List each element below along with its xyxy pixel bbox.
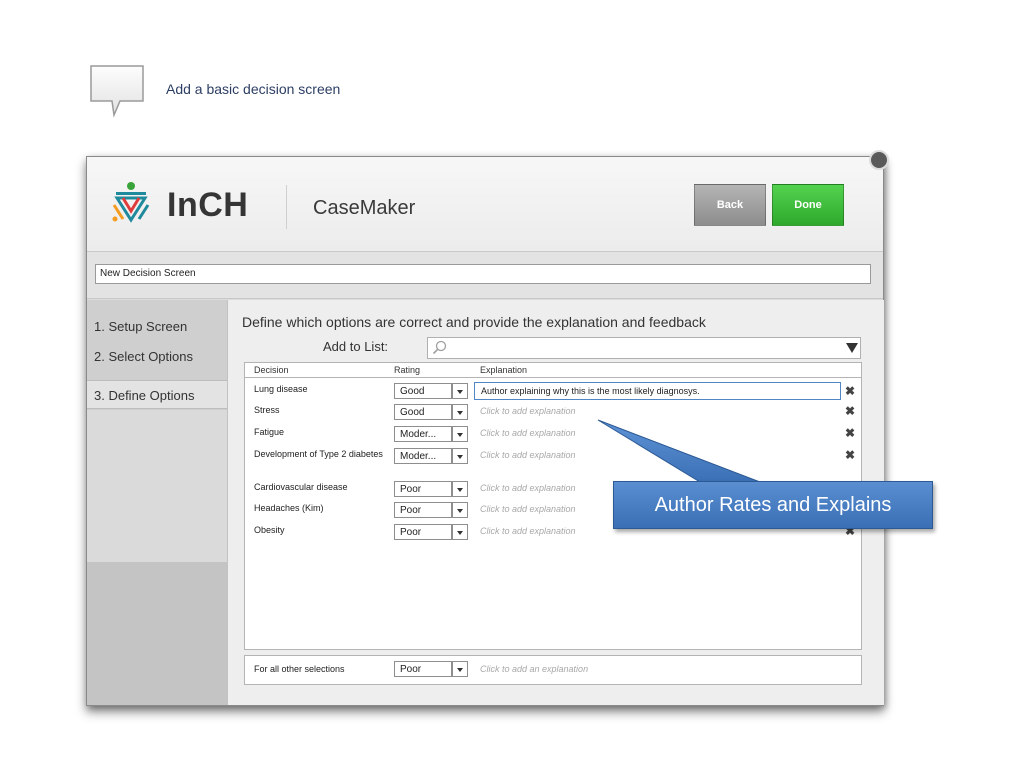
delete-icon[interactable]: ✖ [845, 447, 855, 463]
explanation-placeholder[interactable]: Click to add explanation [480, 447, 576, 463]
delete-icon[interactable]: ✖ [845, 425, 855, 441]
rating-select[interactable]: Poor [394, 502, 470, 518]
decision-cell: Headaches (Kim) [254, 503, 324, 513]
delete-icon[interactable]: ✖ [845, 403, 855, 419]
rating-value: Good [394, 404, 452, 420]
chevron-down-icon[interactable] [452, 502, 468, 518]
app-name: CaseMaker [313, 197, 416, 219]
column-header-rating: Rating [394, 365, 421, 375]
steps-sidebar: 1. Setup Screen 2. Select Options 3. Def… [87, 300, 227, 705]
step-define-options[interactable]: 3. Define Options [87, 380, 227, 409]
other-selections-label: For all other selections [254, 664, 345, 674]
step-setup-screen[interactable]: 1. Setup Screen [87, 312, 227, 341]
speech-bubble-icon [90, 65, 144, 118]
search-icon [432, 340, 447, 355]
explanation-placeholder[interactable]: Click to add an explanation [480, 661, 588, 677]
inch-logo-icon [112, 182, 150, 223]
explanation-placeholder[interactable]: Click to add explanation [480, 501, 576, 517]
add-to-list-label: Add to List: [323, 339, 389, 354]
sidebar-filler [87, 562, 227, 705]
rating-select[interactable]: Moder... [394, 448, 470, 464]
rating-value: Good [394, 383, 452, 399]
rating-select[interactable]: Poor [394, 481, 470, 497]
explanation-input[interactable]: Author explaining why this is the most l… [474, 382, 841, 400]
decision-cell: Fatigue [254, 427, 285, 437]
rating-value: Moder... [394, 448, 452, 464]
explanation-placeholder[interactable]: Click to add explanation [480, 480, 576, 496]
explanation-placeholder[interactable]: Click to add explanation [480, 403, 576, 419]
rating-value: Poor [394, 524, 452, 540]
chevron-down-icon[interactable] [452, 448, 468, 464]
callout-label: Author Rates and Explains [613, 481, 933, 529]
chevron-down-icon[interactable] [452, 383, 468, 399]
rating-select[interactable]: Poor [394, 524, 470, 540]
decision-cell: Obesity [254, 525, 285, 535]
chevron-down-icon[interactable] [452, 661, 468, 677]
done-button[interactable]: Done [772, 184, 844, 226]
decision-cell: Cardiovascular disease [254, 482, 348, 492]
column-header-decision: Decision [254, 365, 289, 375]
add-to-list-search-input[interactable] [427, 337, 861, 359]
other-selections-row: For all other selections Poor Click to a… [244, 655, 862, 685]
decision-cell: Stress [254, 405, 280, 415]
step-select-options[interactable]: 2. Select Options [87, 342, 227, 371]
chevron-down-icon[interactable] [452, 481, 468, 497]
instruction-title: Add a basic decision screen [166, 81, 341, 97]
panel-instruction: Define which options are correct and pro… [242, 314, 706, 330]
casemaker-window: InCH CaseMaker Back Done New Decision Sc… [86, 156, 884, 706]
rating-select[interactable]: Good [394, 404, 470, 420]
explanation-placeholder[interactable]: Click to add explanation [480, 425, 576, 441]
rating-select[interactable]: Good [394, 383, 470, 399]
app-header: InCH CaseMaker Back Done [87, 157, 883, 252]
rating-value: Moder... [394, 426, 452, 442]
rating-value: Poor [394, 502, 452, 518]
rating-value: Poor [394, 481, 452, 497]
column-header-explanation: Explanation [480, 365, 528, 375]
sidebar-panel [87, 410, 227, 562]
close-icon[interactable] [869, 150, 889, 170]
rating-select[interactable]: Poor [394, 661, 470, 677]
chevron-down-icon[interactable] [846, 343, 858, 353]
screen-name-input[interactable]: New Decision Screen [95, 264, 871, 284]
decision-cell: Development of Type 2 diabetes [254, 449, 383, 459]
delete-icon[interactable]: ✖ [845, 383, 855, 399]
chevron-down-icon[interactable] [452, 524, 468, 540]
screen-name-bar: New Decision Screen [87, 252, 883, 299]
explanation-placeholder[interactable]: Click to add explanation [480, 523, 576, 539]
chevron-down-icon[interactable] [452, 404, 468, 420]
brand-name: InCH [167, 186, 249, 224]
chevron-down-icon[interactable] [452, 426, 468, 442]
header-divider-line [245, 377, 861, 378]
header-divider [286, 185, 287, 229]
decision-cell: Lung disease [254, 384, 308, 394]
back-button[interactable]: Back [694, 184, 766, 226]
rating-select[interactable]: Moder... [394, 426, 470, 442]
rating-value: Poor [394, 661, 452, 677]
